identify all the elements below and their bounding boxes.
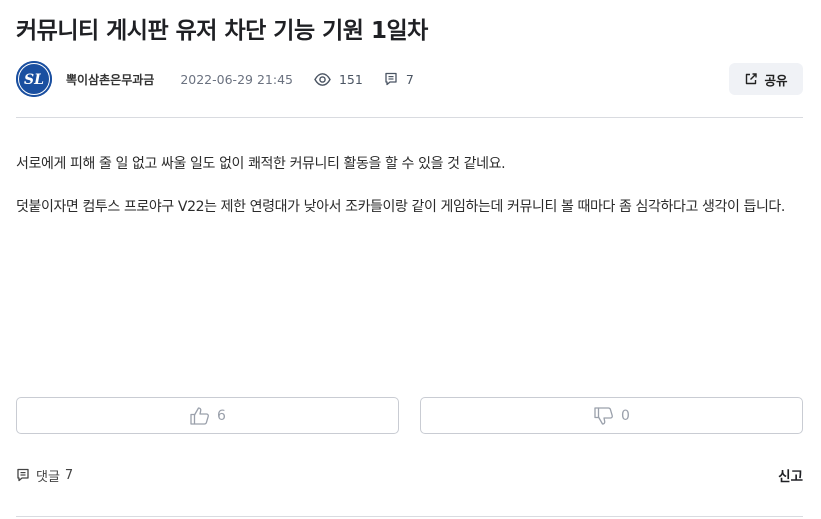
content-paragraph-1: 서로에게 피해 줄 일 없고 싸울 일도 없이 쾌적한 커뮤니티 활동을 할 수… xyxy=(16,156,506,172)
share-icon xyxy=(746,73,758,85)
content-paragraph-2: 덧붙이자면 컴투스 프로야구 V22는 제한 연령대가 낮아서 조카들이랑 같이… xyxy=(16,199,785,215)
comment-icon xyxy=(385,72,397,86)
post-title: 커뮤니티 게시판 유저 차단 기능 기원 1일차 xyxy=(16,18,428,44)
avatar-text: SL xyxy=(24,72,44,88)
share-button[interactable]: 공유 xyxy=(729,63,803,95)
like-count: 6 xyxy=(217,407,226,424)
report-button[interactable]: 신고 xyxy=(778,465,803,485)
thumbs-down-icon xyxy=(594,406,613,425)
comments-label: 댓글 xyxy=(36,469,60,485)
view-count-value: 151 xyxy=(338,71,363,87)
author-name[interactable]: 뽁이삼촌은무과금 xyxy=(66,71,154,88)
like-button[interactable]: 6 xyxy=(16,397,399,434)
eye-icon xyxy=(314,72,331,86)
comment-count: 7 xyxy=(384,72,414,87)
footer-divider xyxy=(16,516,803,517)
thumbs-up-icon xyxy=(190,406,209,425)
comments-toggle[interactable]: 댓글 7 xyxy=(16,466,73,485)
vote-row: 6 0 xyxy=(16,397,803,434)
share-label: 공유 xyxy=(764,72,788,88)
post-content: 서로에게 피해 줄 일 없고 싸울 일도 없이 쾌적한 커뮤니티 활동을 할 수… xyxy=(16,152,803,238)
comments-value: 7 xyxy=(64,467,74,483)
comment-count-value: 7 xyxy=(405,71,414,87)
post-meta: SL 뽁이삼촌은무과금 2022-06-29 21:45 151 7 공유 xyxy=(16,60,803,98)
comment-icon xyxy=(17,468,29,482)
header-divider xyxy=(16,117,803,118)
post-date: 2022-06-29 21:45 xyxy=(180,71,293,87)
team-logo-icon: SL xyxy=(16,61,52,97)
dislike-button[interactable]: 0 xyxy=(420,397,803,434)
view-count: 151 xyxy=(314,72,363,87)
dislike-count: 0 xyxy=(621,407,630,424)
post-footer: 댓글 7 신고 xyxy=(16,464,803,486)
avatar[interactable]: SL xyxy=(16,61,52,97)
